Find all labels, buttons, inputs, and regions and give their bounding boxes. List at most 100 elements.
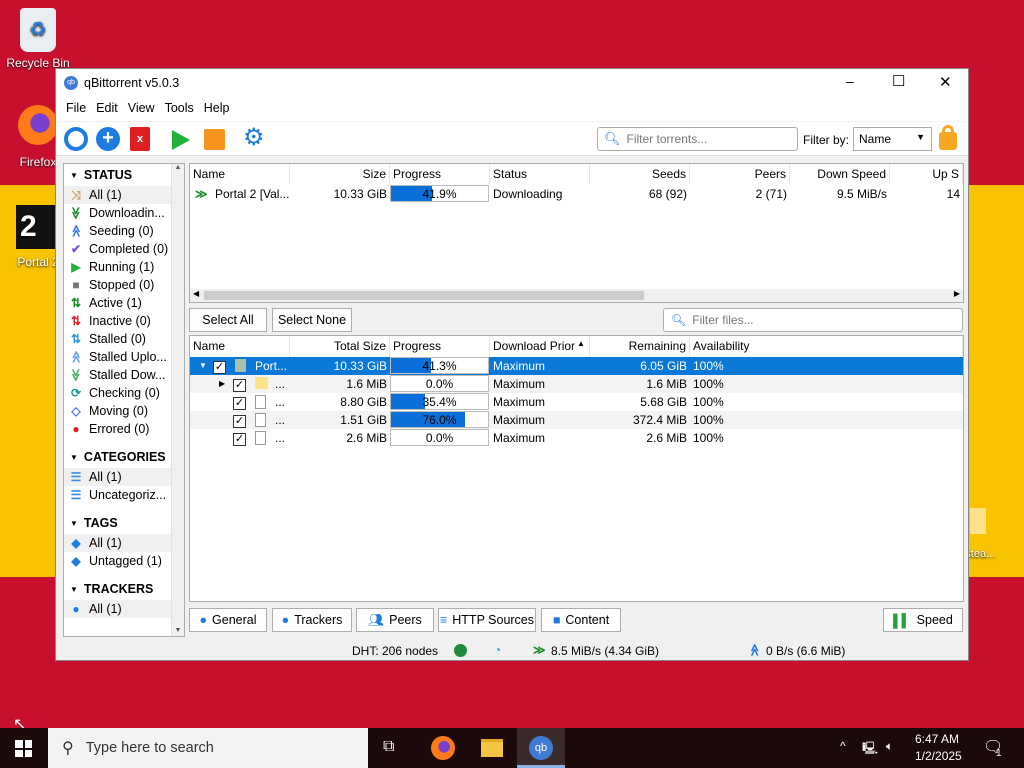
status-filter-item[interactable]: ≫ Stalled Uplo... <box>64 348 172 366</box>
status-filter-item[interactable]: ● Errored (0) <box>64 420 172 438</box>
column-header[interactable]: Name <box>190 164 290 184</box>
delete-icon[interactable]: x <box>130 127 150 151</box>
status-filter-item[interactable]: ⟳ Checking (0) <box>64 384 172 402</box>
tracker-all[interactable]: ● All (1) <box>64 600 172 618</box>
file-checkbox[interactable]: ✓ <box>230 375 249 393</box>
status-filter-item[interactable]: ≫ Stalled Dow... <box>64 366 172 384</box>
connection-status-icon[interactable] <box>454 644 467 657</box>
lock-icon[interactable] <box>939 125 957 150</box>
torrent-row[interactable]: ≫ Portal 2 [Val... 10.33 GiB 41.9% Downl… <box>190 185 963 203</box>
file-row[interactable]: ✓ ... 2.6 MiB 0.0% Maximum 2.6 MiB 100% <box>190 429 963 447</box>
column-header[interactable]: Down Speed <box>790 164 890 184</box>
list-icon: ☰ <box>70 488 82 502</box>
show-hidden-icons[interactable]: ^ <box>840 739 846 753</box>
column-header[interactable]: Status <box>490 164 590 184</box>
tags-section-header[interactable]: ▼ TAGS <box>64 512 172 534</box>
menu-view[interactable]: View <box>123 97 160 119</box>
clock-time[interactable]: 6:47 AM <box>915 732 959 746</box>
maximize-button[interactable]: ☐ <box>892 72 905 90</box>
file-row[interactable]: ▼ ✓ Port... 10.33 GiB 41.3% Maximum 6.05… <box>190 357 963 375</box>
speed-chart-icon: ▌▍ <box>893 613 912 628</box>
shuffle-icon: ⤨ <box>71 187 81 202</box>
file-icon <box>252 411 269 429</box>
location-pin-icon: ● <box>72 602 80 616</box>
sidebar-scrollbar[interactable]: ▲ ▼ <box>171 164 184 636</box>
column-header[interactable]: Remaining <box>590 336 690 356</box>
file-row[interactable]: ▶ ✓ ... 1.6 MiB 0.0% Maximum 1.6 MiB 100… <box>190 375 963 393</box>
filter-files-input[interactable]: 🔍︎ Filter files... <box>663 308 963 332</box>
windows-start-icon[interactable] <box>15 740 32 757</box>
settings-gear-icon[interactable]: ⚙ <box>243 126 265 150</box>
menu-help[interactable]: Help <box>199 97 235 119</box>
desktop-icon-recycle-bin[interactable]: ♻ Recycle Bin <box>0 8 76 70</box>
tab-content[interactable]: ■ Content <box>541 608 621 632</box>
filter-torrents-input[interactable]: 🔍︎ Filter torrents... <box>597 127 798 151</box>
task-view-icon[interactable]: ⧉ <box>383 738 394 756</box>
column-header[interactable]: Name <box>190 336 290 356</box>
menu-file[interactable]: File <box>61 97 91 119</box>
start-icon[interactable] <box>172 130 190 150</box>
tag-untagged[interactable]: ◆ Untagged (1) <box>64 552 172 570</box>
network-icon[interactable]: 🖳︎ <box>862 739 878 760</box>
category-all[interactable]: ☰ All (1) <box>64 468 172 486</box>
column-header[interactable]: Progress <box>390 164 490 184</box>
column-header[interactable]: Download Prior <box>490 336 590 356</box>
tag-all[interactable]: ◆ All (1) <box>64 534 172 552</box>
volume-muted-icon[interactable]: 🔈︎ <box>886 739 893 754</box>
status-filter-item[interactable]: ⇅ Inactive (0) <box>64 312 172 330</box>
close-button[interactable]: ✕ <box>939 73 952 91</box>
status-filter-item[interactable]: ⇅ Stalled (0) <box>64 330 172 348</box>
file-checkbox[interactable]: ✓ <box>230 393 249 411</box>
download-speed: 8.5 MiB/s (4.34 GiB) <box>551 644 660 658</box>
status-filter-item[interactable]: ▶ Running (1) <box>64 258 172 276</box>
status-filter-item[interactable]: ◇ Moving (0) <box>64 402 172 420</box>
tab-http-sources[interactable]: ≡ HTTP Sources <box>438 608 536 632</box>
menu-tools[interactable]: Tools <box>160 97 199 119</box>
file-checkbox[interactable]: ✓ <box>210 357 229 375</box>
status-filter-item[interactable]: ≫ Downloadin... <box>64 204 172 222</box>
select-all-button[interactable]: Select All <box>189 308 267 332</box>
categories-section-header[interactable]: ▼ CATEGORIES <box>64 446 172 468</box>
select-none-button[interactable]: Select None <box>272 308 352 332</box>
file-checkbox[interactable]: ✓ <box>230 429 249 447</box>
qbittorrent-taskbar-button[interactable]: qb <box>517 728 565 768</box>
file-row[interactable]: ✓ ... 8.80 GiB 35.4% Maximum 5.68 GiB 10… <box>190 393 963 411</box>
column-header[interactable]: Availability <box>690 336 963 356</box>
taskbar: ⚲ Type here to search ⧉ qb ^ 🖳︎ 🔈︎ 6:47 A… <box>0 728 1024 768</box>
column-header[interactable]: Seeds <box>590 164 690 184</box>
status-section-header[interactable]: ▼ STATUS <box>64 164 172 186</box>
trackers-section-header[interactable]: ▼ TRACKERS <box>64 578 172 600</box>
firefox-taskbar-icon[interactable] <box>431 736 455 760</box>
column-header[interactable]: Size <box>290 164 390 184</box>
status-filter-item[interactable]: ✔ Completed (0) <box>64 240 172 258</box>
minimize-button[interactable]: – <box>846 73 854 89</box>
horizontal-scrollbar[interactable]: ◀ ▶ <box>190 289 963 302</box>
column-header[interactable]: Up S <box>890 164 963 184</box>
category-uncategorized[interactable]: ☰ Uncategoriz... <box>64 486 172 504</box>
add-link-icon[interactable] <box>64 127 88 151</box>
stalled-download-icon: ≫ <box>69 368 83 382</box>
content-icon: ■ <box>552 613 561 627</box>
file-checkbox[interactable]: ✓ <box>230 411 249 429</box>
status-filter-item[interactable]: ≫ Seeding (0) <box>64 222 172 240</box>
tab-peers[interactable]: 👥︎ Peers <box>356 608 434 632</box>
tab-general[interactable]: ● General <box>189 608 267 632</box>
status-filter-item[interactable]: ⇅ Active (1) <box>64 294 172 312</box>
file-explorer-icon[interactable] <box>481 739 503 757</box>
speed-tab[interactable]: ▌▍ Speed <box>883 608 963 632</box>
taskbar-search[interactable]: ⚲ Type here to search <box>48 728 368 768</box>
alt-speed-icon[interactable]: ◔ <box>494 643 501 657</box>
menu-edit[interactable]: Edit <box>91 97 123 119</box>
column-header[interactable]: Total Size <box>290 336 390 356</box>
peers-icon: 👥︎ <box>368 612 385 627</box>
status-filter-item[interactable]: ■ Stopped (0) <box>64 276 172 294</box>
add-torrent-icon[interactable]: + <box>96 127 120 151</box>
file-row[interactable]: ✓ ... 1.51 GiB 76.0% Maximum 372.4 MiB 1… <box>190 411 963 429</box>
status-filter-item[interactable]: ⤨ All (1) <box>64 186 172 204</box>
filter-by-select[interactable]: Name ▼ <box>853 127 932 151</box>
clock-date[interactable]: 1/2/2025 <box>915 749 962 763</box>
stop-icon[interactable] <box>204 129 225 150</box>
column-header[interactable]: Peers <box>690 164 790 184</box>
tab-trackers[interactable]: ● Trackers <box>272 608 352 632</box>
column-header[interactable]: Progress <box>390 336 490 356</box>
